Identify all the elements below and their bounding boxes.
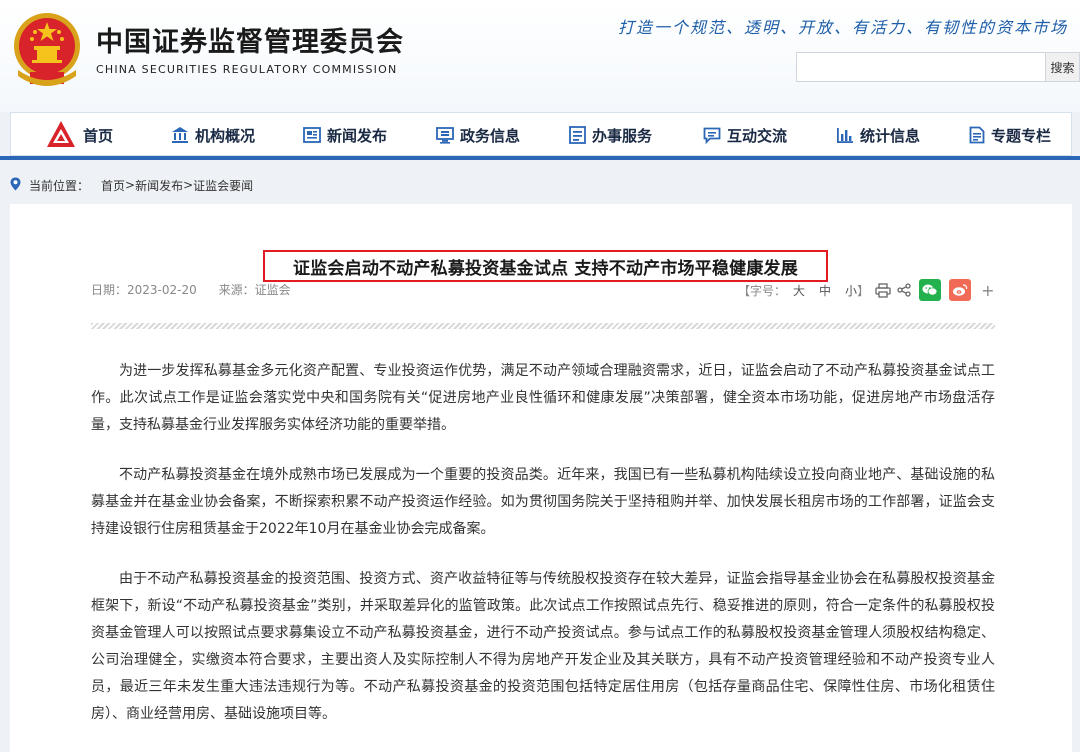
article-title-highlight: 证监会启动不动产私募投资基金试点 支持不动产市场平稳健康发展 (263, 250, 828, 282)
nav-item-label: 办事服务 (592, 126, 653, 145)
source-label: 来源： (218, 283, 255, 297)
document-icon (969, 126, 985, 144)
search-button[interactable]: 搜索 (1046, 52, 1080, 82)
site-header: 中国证券监督管理委员会 CHINA SECURITIES REGULATORY … (0, 0, 1080, 112)
nav-item-label: 新闻发布 (327, 126, 388, 145)
nav-item-about[interactable]: 机构概况 (171, 113, 255, 157)
article-tools: 【字号： 大 中 小 】 + (738, 279, 994, 301)
search-input[interactable] (796, 52, 1046, 82)
article-paragraph: 不动产私募投资基金在境外成熟市场已发展成为一个重要的投资品类。近年来，我国已有一… (91, 467, 995, 537)
institution-icon (171, 126, 189, 144)
nav-item-label: 统计信息 (860, 126, 921, 145)
nav-item-gov-info[interactable]: 政务信息 (436, 113, 520, 157)
article-date: 日期：2023-02-20 (91, 283, 197, 297)
breadcrumb-news[interactable]: 新闻发布 (135, 177, 183, 194)
source-value: 证监会 (254, 283, 291, 297)
nav-item-interaction[interactable]: 互动交流 (703, 113, 787, 157)
date-value: 2023-02-20 (127, 283, 197, 297)
breadcrumb-current[interactable]: 证监会要闻 (193, 177, 253, 194)
article-paragraph: 为进一步发挥私募基金多元化资产配置、专业投资运作优势，满足不动产领域合理融资需求… (91, 363, 995, 433)
nav-item-label: 机构概况 (195, 126, 256, 145)
bar-chart-icon (836, 127, 854, 144)
national-emblem-icon (10, 10, 84, 88)
main-nav: 首页 机构概况 新闻发布 政务信息 办事服务 互动交流 统计信息 专题专栏 (10, 112, 1072, 156)
wechat-share-icon[interactable] (919, 279, 942, 301)
article-meta: 日期：2023-02-20 来源：证监会 (91, 281, 309, 298)
nav-accent-bar (0, 156, 1080, 160)
news-icon (303, 127, 321, 143)
breadcrumb-separator: > (183, 178, 194, 192)
breadcrumb-label: 当前位置： (29, 178, 90, 193)
more-share-button[interactable]: + (981, 281, 994, 300)
nav-item-label: 首页 (83, 126, 114, 145)
print-icon[interactable] (875, 282, 891, 298)
csrc-logo-icon (45, 119, 77, 151)
org-name-en: CHINA SECURITIES REGULATORY COMMISSION (96, 63, 398, 76)
article-title: 证监会启动不动产私募投资基金试点 支持不动产市场平稳健康发展 (293, 258, 798, 279)
font-size-label: 【字号： (738, 283, 787, 298)
nav-item-statistics[interactable]: 统计信息 (836, 113, 920, 157)
article-paragraph: 由于不动产私募投资基金的投资范围、投资方式、资产收益特征等与传统股权投资存在较大… (91, 571, 995, 722)
title-divider (91, 323, 995, 329)
breadcrumb-home[interactable]: 首页 (101, 177, 125, 194)
weibo-share-icon[interactable] (949, 279, 972, 301)
service-list-icon (569, 126, 586, 144)
org-name-cn: 中国证券监督管理委员会 (96, 27, 404, 58)
nav-item-label: 政务信息 (460, 126, 521, 145)
location-pin-icon (10, 177, 21, 194)
font-size-medium[interactable]: 中 (819, 282, 831, 299)
nav-item-label: 互动交流 (727, 126, 788, 145)
font-size-small[interactable]: 小 (845, 282, 857, 299)
breadcrumb: 当前位置： 首页 > 新闻发布 > 证监会要闻 (10, 176, 253, 194)
nav-item-news[interactable]: 新闻发布 (303, 113, 387, 157)
share-icon[interactable] (897, 283, 911, 297)
nav-item-topics[interactable]: 专题专栏 (969, 113, 1051, 157)
article-source: 来源：证监会 (219, 283, 291, 297)
chat-icon (703, 127, 721, 144)
nav-item-services[interactable]: 办事服务 (569, 113, 652, 157)
monitor-icon (436, 126, 454, 144)
nav-item-home[interactable]: 首页 (45, 113, 113, 157)
font-size-large[interactable]: 大 (793, 282, 805, 299)
breadcrumb-separator: > (125, 178, 136, 192)
font-size-close: 】 (857, 283, 870, 298)
nav-item-label: 专题专栏 (991, 126, 1052, 145)
date-label: 日期： (91, 283, 128, 297)
site-slogan: 打造一个规范、透明、开放、有活力、有韧性的资本市场 (617, 18, 1068, 37)
